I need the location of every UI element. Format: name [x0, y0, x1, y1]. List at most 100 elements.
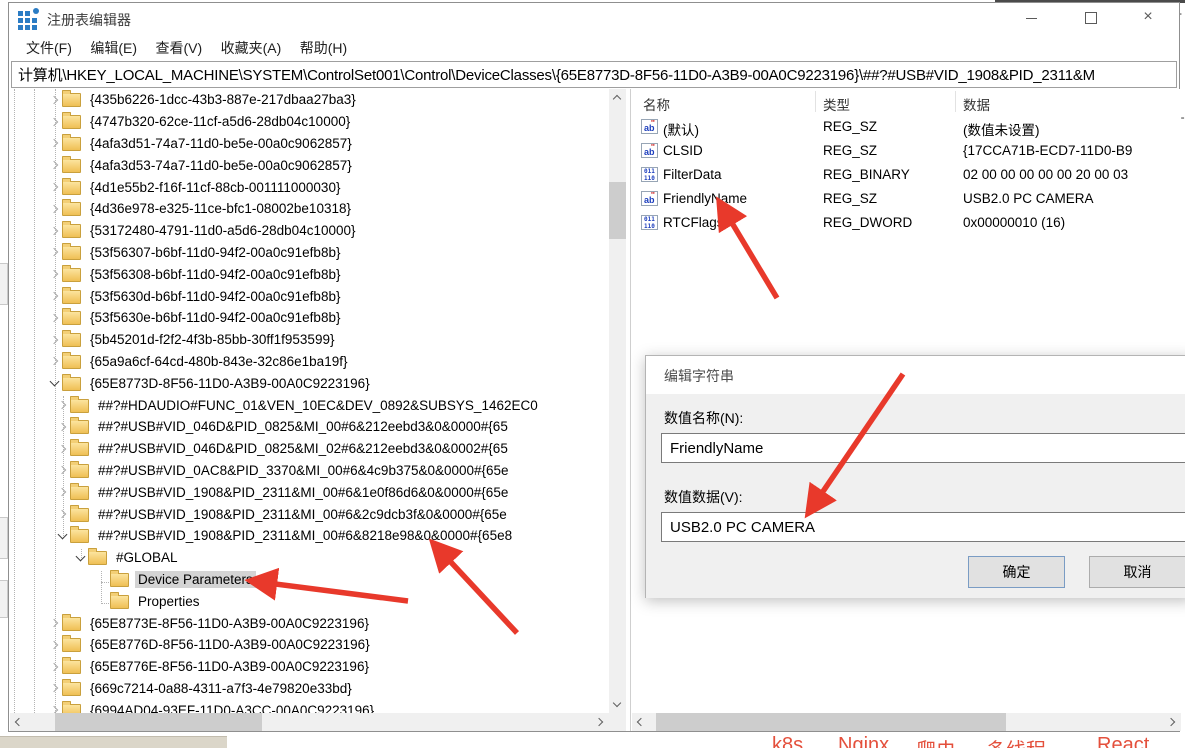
- tree-item[interactable]: {65E8773D-8F56-11D0-A3B9-00A0C9223196}: [10, 372, 609, 394]
- tree-item[interactable]: ##?#USB#VID_046D&PID_0825&MI_00#6&212eeb…: [10, 416, 609, 438]
- tree-item[interactable]: {53f5630d-b6bf-11d0-94f2-00a0c91efb8b}: [10, 285, 609, 307]
- tree-item[interactable]: {53172480-4791-11d0-a5d6-28db04c10000}: [10, 220, 609, 242]
- background-link[interactable]: React: [1097, 734, 1149, 748]
- column-header-data[interactable]: 数据: [963, 94, 990, 114]
- chevron-icon[interactable]: [48, 703, 62, 713]
- chevron-icon[interactable]: [48, 158, 62, 172]
- background-link[interactable]: 爬虫: [916, 734, 956, 748]
- chevron-icon[interactable]: [48, 136, 62, 150]
- tree-item[interactable]: ##?#USB#VID_1908&PID_2311&MI_00#6&8218e9…: [10, 525, 609, 547]
- tree-item-label: {65E8776E-8F56-11D0-A3B9-00A0C9223196}: [87, 658, 372, 675]
- background-link[interactable]: k8s: [772, 734, 803, 748]
- maximize-button[interactable]: [1069, 3, 1113, 32]
- chevron-icon[interactable]: [48, 333, 62, 347]
- value-row[interactable]: CLSID REG_SZ {17CCA71B-ECD7-11D0-B9: [632, 139, 1181, 163]
- menu-view[interactable]: 查看(V): [148, 33, 209, 58]
- menu-help[interactable]: 帮助(H): [293, 33, 354, 58]
- chevron-icon[interactable]: [74, 551, 88, 565]
- minimize-button[interactable]: [1009, 3, 1053, 32]
- value-row[interactable]: RTCFlags REG_DWORD 0x00000010 (16): [632, 211, 1181, 235]
- scroll-left-arrow-icon[interactable]: [632, 713, 649, 730]
- scrollbar-thumb[interactable]: [609, 182, 626, 239]
- tree-item[interactable]: {65E8773E-8F56-11D0-A3B9-00A0C9223196}: [10, 612, 609, 634]
- chevron-icon[interactable]: [56, 485, 70, 499]
- scroll-right-arrow-icon[interactable]: [1164, 713, 1181, 730]
- tree-item[interactable]: #GLOBAL: [10, 547, 609, 569]
- scrollbar-thumb[interactable]: [656, 713, 1006, 731]
- tree-horizontal-scrollbar[interactable]: [10, 713, 609, 731]
- tree-item[interactable]: {53f56307-b6bf-11d0-94f2-00a0c91efb8b}: [10, 242, 609, 264]
- chevron-icon[interactable]: [56, 507, 70, 521]
- chevron-icon[interactable]: [48, 289, 62, 303]
- tree-item[interactable]: {65E8776E-8F56-11D0-A3B9-00A0C9223196}: [10, 656, 609, 678]
- background-link[interactable]: 多线程: [986, 734, 1046, 748]
- close-button[interactable]: ×: [1126, 3, 1170, 32]
- tree-item[interactable]: ##?#HDAUDIO#FUNC_01&VEN_10EC&DEV_0892&SU…: [10, 394, 609, 416]
- background-link[interactable]: Nginx: [838, 734, 889, 748]
- menu-file[interactable]: 文件(F): [19, 33, 79, 58]
- tree-item[interactable]: {5b45201d-f2f2-4f3b-85bb-30ff1f953599}: [10, 329, 609, 351]
- tree-item[interactable]: {4afa3d51-74a7-11d0-be5e-00a0c9062857}: [10, 133, 609, 155]
- column-header-type[interactable]: 类型: [823, 94, 850, 114]
- value-data-input[interactable]: [661, 512, 1185, 542]
- tree-item[interactable]: Device Parameters: [10, 569, 609, 591]
- tree-item[interactable]: {53f5630e-b6bf-11d0-94f2-00a0c91efb8b}: [10, 307, 609, 329]
- column-separator[interactable]: [815, 91, 816, 112]
- menu-edit[interactable]: 编辑(E): [83, 33, 144, 58]
- chevron-icon[interactable]: [56, 398, 70, 412]
- value-name-input[interactable]: [661, 433, 1185, 463]
- scroll-down-arrow-icon[interactable]: [609, 696, 626, 713]
- column-header-name[interactable]: 名称: [643, 94, 670, 114]
- chevron-icon[interactable]: [48, 267, 62, 281]
- tree-item[interactable]: {6994AD04-93EF-11D0-A3CC-00A0C9223196}: [10, 699, 609, 713]
- tree-item[interactable]: ##?#USB#VID_0AC8&PID_3370&MI_00#6&4c9b37…: [10, 460, 609, 482]
- tree-item[interactable]: ##?#USB#VID_1908&PID_2311&MI_00#6&2c9dcb…: [10, 503, 609, 525]
- pane-divider[interactable]: [630, 89, 631, 731]
- scroll-right-arrow-icon[interactable]: [592, 713, 609, 730]
- chevron-icon[interactable]: [48, 245, 62, 259]
- chevron-icon[interactable]: [48, 115, 62, 129]
- tree-item[interactable]: {435b6226-1dcc-43b3-887e-217dbaa27ba3}: [10, 89, 609, 111]
- chevron-icon[interactable]: [56, 529, 70, 543]
- values-horizontal-scrollbar[interactable]: [632, 713, 1181, 731]
- tree-item[interactable]: {4afa3d53-74a7-11d0-be5e-00a0c9062857}: [10, 154, 609, 176]
- tree-item[interactable]: {4d36e978-e325-11ce-bfc1-08002be10318}: [10, 198, 609, 220]
- scroll-up-arrow-icon[interactable]: [609, 89, 626, 106]
- chevron-icon[interactable]: [48, 681, 62, 695]
- chevron-icon[interactable]: [48, 311, 62, 325]
- chevron-icon[interactable]: [48, 224, 62, 238]
- value-row[interactable]: (默认) REG_SZ (数值未设置): [632, 115, 1181, 139]
- ok-button[interactable]: 确定: [968, 556, 1065, 588]
- folder-icon: [70, 420, 89, 434]
- chevron-icon[interactable]: [48, 354, 62, 368]
- chevron-icon[interactable]: [48, 638, 62, 652]
- tree-item[interactable]: {53f56308-b6bf-11d0-94f2-00a0c91efb8b}: [10, 263, 609, 285]
- folder-icon: [110, 573, 129, 587]
- tree-item[interactable]: {4747b320-62ce-11cf-a5d6-28db04c10000}: [10, 111, 609, 133]
- cancel-button[interactable]: 取消: [1089, 556, 1185, 588]
- value-row[interactable]: FilterData REG_BINARY 02 00 00 00 00 00 …: [632, 163, 1181, 187]
- menu-favorites[interactable]: 收藏夹(A): [214, 33, 289, 58]
- tree-vertical-scrollbar[interactable]: [609, 89, 626, 713]
- chevron-icon[interactable]: [48, 93, 62, 107]
- chevron-icon[interactable]: [48, 202, 62, 216]
- chevron-icon[interactable]: [48, 376, 62, 390]
- address-input[interactable]: [12, 62, 1176, 87]
- value-row[interactable]: FriendlyName REG_SZ USB2.0 PC CAMERA: [632, 187, 1181, 211]
- scrollbar-thumb[interactable]: [55, 713, 262, 731]
- tree-item[interactable]: ##?#USB#VID_046D&PID_0825&MI_02#6&212eeb…: [10, 438, 609, 460]
- tree-item[interactable]: {65E8776D-8F56-11D0-A3B9-00A0C9223196}: [10, 634, 609, 656]
- chevron-icon[interactable]: [48, 180, 62, 194]
- chevron-icon[interactable]: [56, 463, 70, 477]
- tree-item[interactable]: {4d1e55b2-f16f-11cf-88cb-001111000030}: [10, 176, 609, 198]
- chevron-icon[interactable]: [48, 660, 62, 674]
- chevron-icon[interactable]: [56, 420, 70, 434]
- tree-item[interactable]: ##?#USB#VID_1908&PID_2311&MI_00#6&1e0f86…: [10, 481, 609, 503]
- tree-item[interactable]: {65a9a6cf-64cd-480b-843e-32c86e1ba19f}: [10, 351, 609, 373]
- scroll-left-arrow-icon[interactable]: [10, 713, 27, 730]
- chevron-icon[interactable]: [56, 442, 70, 456]
- chevron-icon[interactable]: [48, 616, 62, 630]
- column-separator[interactable]: [955, 91, 956, 112]
- tree-item[interactable]: {669c7214-0a88-4311-a7f3-4e79820e33bd}: [10, 678, 609, 700]
- tree-item[interactable]: Properties: [10, 590, 609, 612]
